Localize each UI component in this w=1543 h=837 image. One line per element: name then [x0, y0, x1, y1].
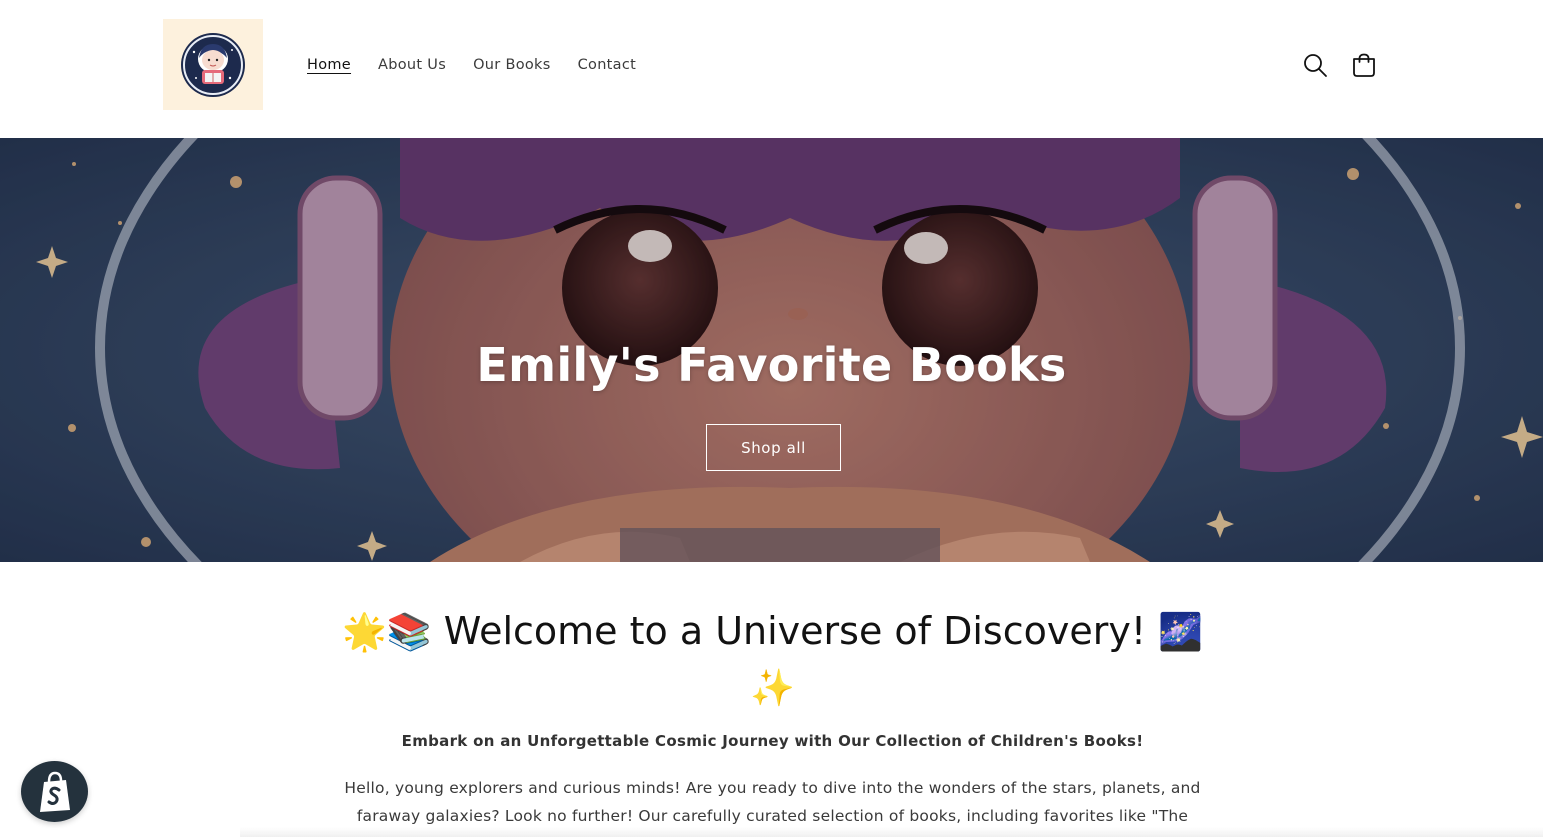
astronaut-logo-icon [181, 32, 245, 97]
welcome-heading: 🌟📚 Welcome to a Universe of Discovery! 🌌… [340, 604, 1205, 716]
site-header: Home About Us Our Books Contact [0, 0, 1543, 138]
welcome-section: 🌟📚 Welcome to a Universe of Discovery! 🌌… [0, 562, 1543, 837]
cart-icon [1353, 53, 1375, 77]
search-icon [1304, 54, 1327, 77]
site-logo[interactable] [163, 19, 263, 110]
welcome-body-line: Hello, young explorers and curious minds… [344, 779, 1201, 797]
nav-item-contact[interactable]: Contact [578, 57, 637, 73]
shopify-chat-button[interactable] [21, 761, 88, 822]
shop-all-button[interactable]: Shop all [706, 424, 841, 471]
welcome-body-line: faraway galaxies? Look no further! Our c… [356, 807, 1189, 825]
welcome-body: Hello, young explorers and curious minds… [340, 774, 1205, 830]
galaxy-emoji: 🌌 [1158, 612, 1204, 653]
star-books-emoji: 🌟📚 [341, 612, 432, 653]
sparkles-emoji: ✨ [750, 668, 795, 709]
welcome-heading-text: Welcome to a Universe of Discovery! [443, 609, 1147, 653]
hero-banner: Emily's Favorite Books Shop all [0, 138, 1543, 562]
search-button[interactable] [1300, 50, 1330, 80]
nav-item-home[interactable]: Home [307, 57, 351, 73]
nav-item-about-us[interactable]: About Us [378, 57, 446, 73]
nav-item-our-books[interactable]: Our Books [473, 57, 551, 73]
cart-button[interactable] [1349, 50, 1379, 80]
main-nav: Home About Us Our Books Contact [307, 54, 663, 76]
bottom-shadow [240, 827, 1543, 837]
welcome-subheading: Embark on an Unforgettable Cosmic Journe… [401, 732, 1144, 750]
hero-title: Emily's Favorite Books [476, 338, 1067, 392]
shopify-bag-icon [39, 771, 70, 812]
